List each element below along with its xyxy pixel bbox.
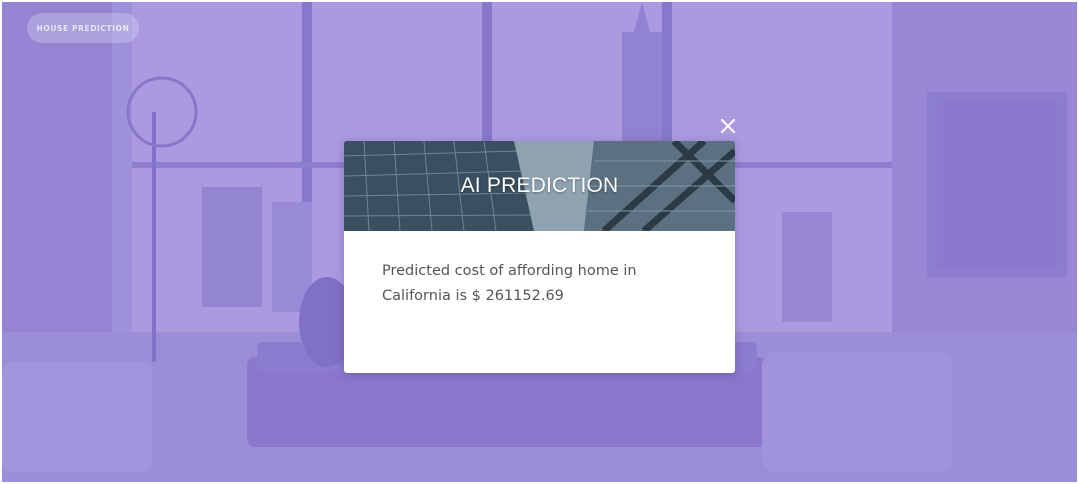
modal-header: AI PREDICTION xyxy=(344,141,735,231)
close-icon xyxy=(721,119,735,133)
app-window: HOUSE PREDICTION AI PREDICTION Predicted… xyxy=(2,2,1077,482)
predicted-value: 261152.69 xyxy=(485,288,564,304)
brand-logo-button[interactable]: HOUSE PREDICTION xyxy=(27,13,139,43)
prediction-modal: AI PREDICTION Predicted cost of affordin… xyxy=(344,141,735,373)
prediction-message: Predicted cost of affording home in Cali… xyxy=(382,259,682,309)
close-button[interactable] xyxy=(718,116,738,136)
message-line-2-prefix: California is $ xyxy=(382,288,486,304)
message-line-1: Predicted cost of affording home in xyxy=(382,263,637,279)
brand-label: HOUSE PREDICTION xyxy=(36,23,130,33)
modal-title: AI PREDICTION xyxy=(460,174,619,197)
